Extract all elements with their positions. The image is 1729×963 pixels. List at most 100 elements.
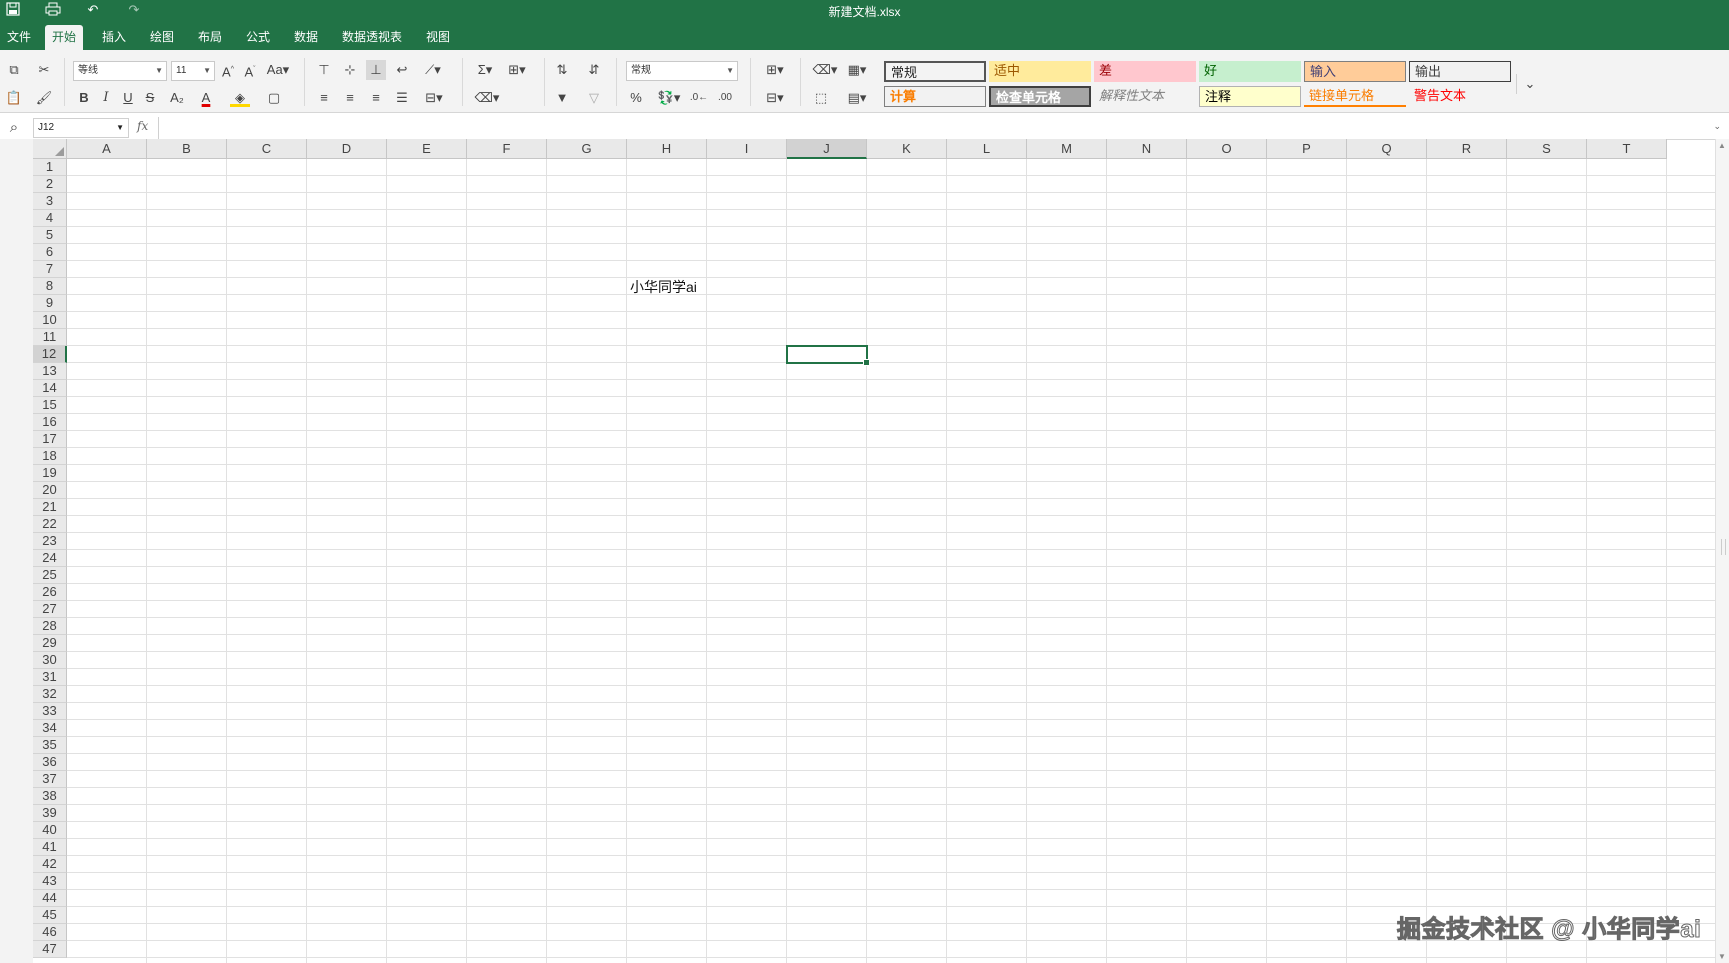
format-as-table-icon[interactable]: ▤▾ [842, 88, 872, 108]
column-header-Q[interactable]: Q [1347, 139, 1427, 159]
scroll-thumb[interactable] [1721, 539, 1726, 555]
column-header-F[interactable]: F [467, 139, 547, 159]
increase-decimal-icon[interactable]: .00 [714, 88, 736, 108]
align-middle-icon[interactable]: ⊹ [340, 60, 360, 80]
clear-filter-icon[interactable]: ▽ [584, 88, 604, 108]
increase-font-icon[interactable]: A^ [218, 60, 238, 80]
row-header-38[interactable]: 38 [33, 788, 67, 805]
style-explanatory[interactable]: 解释性文本 [1094, 86, 1196, 107]
paste-icon[interactable]: 📋 [4, 88, 24, 108]
row-header-24[interactable]: 24 [33, 550, 67, 567]
row-header-3[interactable]: 3 [33, 193, 67, 210]
cell-grid[interactable]: 小华同学ai [67, 159, 1715, 963]
currency-icon[interactable]: 💱▾ [654, 88, 684, 108]
select-icon[interactable]: ⬚ [810, 88, 832, 108]
row-header-42[interactable]: 42 [33, 856, 67, 873]
row-header-16[interactable]: 16 [33, 414, 67, 431]
decrease-decimal-icon[interactable]: .0← [688, 88, 710, 108]
merge-cells-icon[interactable]: ⊟▾ [420, 88, 448, 108]
cut-icon[interactable]: ✂ [34, 60, 54, 80]
active-cell-outline[interactable] [786, 345, 870, 366]
font-color-button[interactable]: A [196, 88, 216, 108]
format-painter-icon[interactable]: 🖌 [34, 88, 54, 108]
row-header-31[interactable]: 31 [33, 669, 67, 686]
column-header-L[interactable]: L [947, 139, 1027, 159]
tab-formulas[interactable]: 公式 [239, 25, 277, 50]
row-header-40[interactable]: 40 [33, 822, 67, 839]
row-header-34[interactable]: 34 [33, 720, 67, 737]
fill-icon[interactable]: ⊞▾ [504, 60, 530, 80]
row-header-18[interactable]: 18 [33, 448, 67, 465]
scroll-down-icon[interactable]: ▼ [1718, 952, 1726, 961]
expand-formula-icon[interactable]: ⌄ [1713, 121, 1721, 132]
cell-H8[interactable]: 小华同学ai [630, 277, 697, 297]
select-all-corner[interactable] [33, 139, 67, 159]
align-left-icon[interactable]: ≡ [314, 88, 334, 108]
row-header-10[interactable]: 10 [33, 312, 67, 329]
vertical-scrollbar[interactable]: ▲ ▼ [1715, 139, 1729, 963]
formula-input[interactable] [158, 117, 1709, 139]
tab-view[interactable]: 视图 [419, 25, 457, 50]
column-header-O[interactable]: O [1187, 139, 1267, 159]
clear-icon[interactable]: ⌫▾ [472, 88, 502, 108]
style-normal[interactable]: 常规 [884, 61, 986, 82]
column-header-R[interactable]: R [1427, 139, 1507, 159]
percent-button[interactable]: % [626, 88, 646, 108]
align-center-icon[interactable]: ≡ [340, 88, 360, 108]
column-header-H[interactable]: H [627, 139, 707, 159]
change-case-icon[interactable]: Aa▾ [264, 60, 292, 80]
font-size-select[interactable]: 11 ▼ [171, 61, 215, 81]
insert-cells-icon[interactable]: ⊞▾ [760, 60, 790, 80]
sort-descending-icon[interactable]: ⇵ [584, 60, 604, 80]
row-header-46[interactable]: 46 [33, 924, 67, 941]
fill-color-icon[interactable]: ◈ [230, 88, 250, 107]
autosum-icon[interactable]: Σ▾ [472, 60, 498, 80]
row-header-43[interactable]: 43 [33, 873, 67, 890]
wrap-text-icon[interactable]: ↩ [392, 60, 412, 80]
row-header-32[interactable]: 32 [33, 686, 67, 703]
fill-handle[interactable] [863, 359, 870, 366]
row-header-35[interactable]: 35 [33, 737, 67, 754]
row-header-8[interactable]: 8 [33, 278, 67, 295]
decrease-font-icon[interactable]: Aˇ [240, 60, 260, 80]
row-header-20[interactable]: 20 [33, 482, 67, 499]
column-header-E[interactable]: E [387, 139, 467, 159]
style-note[interactable]: 注释 [1199, 86, 1301, 107]
subscript-button[interactable]: A₂ [164, 88, 190, 108]
tab-home[interactable]: 开始 [45, 25, 84, 50]
row-header-1[interactable]: 1 [33, 159, 67, 176]
row-header-4[interactable]: 4 [33, 210, 67, 227]
column-header-B[interactable]: B [147, 139, 227, 159]
row-header-21[interactable]: 21 [33, 499, 67, 516]
column-header-G[interactable]: G [547, 139, 627, 159]
eraser-icon[interactable]: ⌫▾ [810, 60, 840, 80]
tab-layout[interactable]: 布局 [191, 25, 229, 50]
row-header-33[interactable]: 33 [33, 703, 67, 720]
row-header-41[interactable]: 41 [33, 839, 67, 856]
row-header-13[interactable]: 13 [33, 363, 67, 380]
column-header-K[interactable]: K [867, 139, 947, 159]
row-header-30[interactable]: 30 [33, 652, 67, 669]
row-header-7[interactable]: 7 [33, 261, 67, 278]
row-header-5[interactable]: 5 [33, 227, 67, 244]
column-header-T[interactable]: T [1587, 139, 1667, 159]
search-icon[interactable]: ⌕ [4, 118, 24, 138]
row-header-26[interactable]: 26 [33, 584, 67, 601]
delete-cells-icon[interactable]: ⊟▾ [760, 88, 790, 108]
row-header-36[interactable]: 36 [33, 754, 67, 771]
row-header-45[interactable]: 45 [33, 907, 67, 924]
row-header-15[interactable]: 15 [33, 397, 67, 414]
column-header-D[interactable]: D [307, 139, 387, 159]
italic-button[interactable]: I [96, 88, 116, 108]
number-format-select[interactable]: 常规 ▼ [626, 61, 738, 81]
chevron-down-icon[interactable]: ⌄ [1516, 74, 1543, 94]
row-header-2[interactable]: 2 [33, 176, 67, 193]
style-check-cell[interactable]: 检查单元格 [989, 86, 1091, 107]
style-warning-text[interactable]: 警告文本 [1409, 86, 1511, 107]
sort-ascending-icon[interactable]: ⇅ [552, 60, 572, 80]
conditional-format-icon[interactable]: ▦▾ [842, 60, 872, 80]
scroll-up-icon[interactable]: ▲ [1718, 141, 1726, 150]
justify-icon[interactable]: ☰ [392, 88, 412, 108]
align-bottom-icon[interactable]: ⊥ [366, 60, 386, 80]
orientation-icon[interactable]: ⟋▾ [420, 60, 446, 80]
